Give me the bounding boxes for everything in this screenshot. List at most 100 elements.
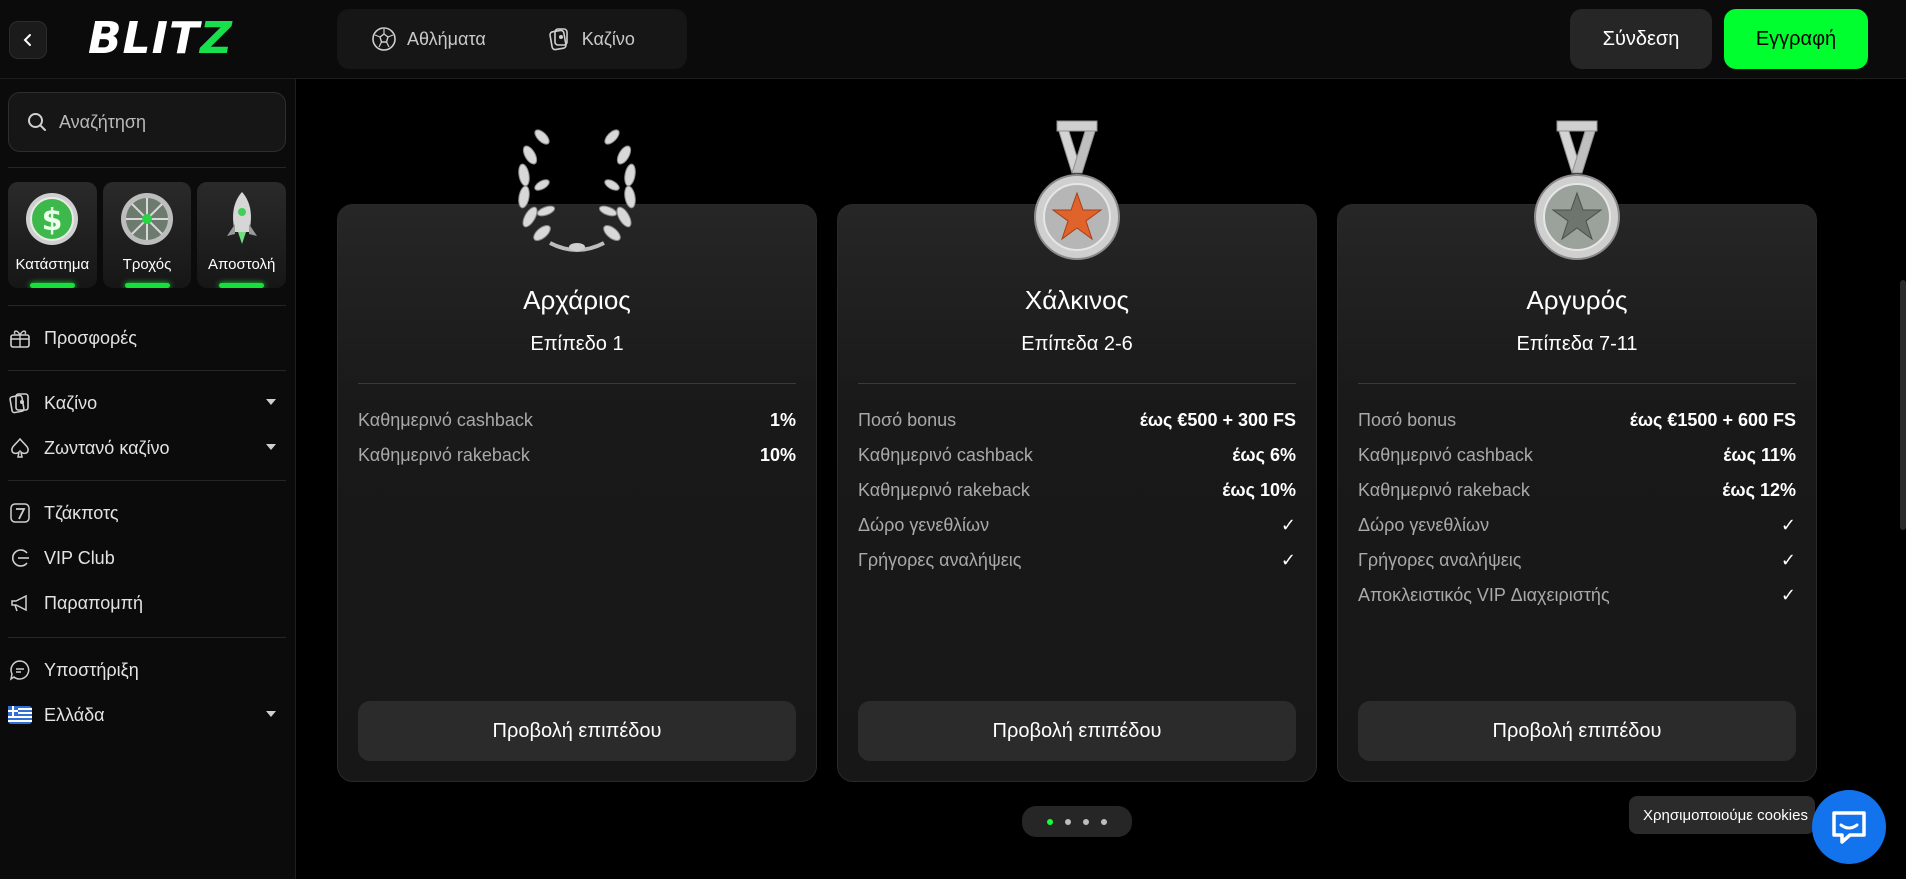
sidebar-item-label: Προσφορές <box>44 327 137 348</box>
chevron-down-icon <box>266 711 276 717</box>
benefit-label: Καθημερινό rakeback <box>858 480 1030 500</box>
benefit-list: Καθημερινό cashback 1% Καθημερινό rakebac… <box>358 403 796 473</box>
bronze-medal-icon <box>1034 120 1120 260</box>
tier-name: Αργυρός <box>1526 285 1628 315</box>
sidebar-item-casino[interactable]: Καζίνο <box>8 385 286 421</box>
search-icon <box>28 113 46 131</box>
benefit-label: Ποσό bonus <box>858 410 957 430</box>
login-button[interactable]: Σύνδεση <box>1570 9 1712 69</box>
sidebar-item-vip-club[interactable]: VIP Club <box>8 540 286 576</box>
nav-sports-label: Αθλήματα <box>407 28 486 49</box>
benefit-label: Αποκλειστικός VIP Διαχειριστής <box>1358 585 1610 605</box>
nav-casino[interactable]: Καζίνο <box>486 9 635 69</box>
svg-text:$: $ <box>42 203 63 238</box>
promo-indicator <box>219 283 265 288</box>
search-box[interactable] <box>8 92 286 152</box>
benefit-label: Δώρο γενεθλίων <box>1358 515 1490 535</box>
live-chat-button[interactable] <box>1812 790 1886 864</box>
view-level-button[interactable]: Προβολή επιπέδου <box>1358 701 1796 761</box>
tier-name: Αρχάριος <box>523 285 631 315</box>
benefit-row: Γρήγορες αναλήψεις ✓ <box>1358 543 1796 578</box>
search-input[interactable] <box>59 111 259 133</box>
sidebar-divider <box>8 480 286 481</box>
check-icon: ✓ <box>1280 550 1296 570</box>
tier-level: Επίπεδα 7-11 <box>1516 333 1638 355</box>
check-icon: ✓ <box>1780 550 1796 570</box>
blitz-logo[interactable]: BLITZ <box>88 14 233 64</box>
sidebar-item-promotions[interactable]: Προσφορές <box>8 320 286 356</box>
pager-dot[interactable] <box>1101 818 1107 825</box>
check-icon: ✓ <box>1280 515 1296 535</box>
benefit-label: Καθημερινό cashback <box>358 410 533 430</box>
soccer-ball-icon <box>372 27 396 51</box>
sidebar-item-language[interactable]: Ελλάδα <box>8 697 286 733</box>
chat-icon <box>1832 811 1866 844</box>
sidebar-item-label: Καζίνο <box>44 392 98 413</box>
sidebar-item-referral[interactable]: Παραπομπή <box>8 585 286 621</box>
benefit-value: έως 6% <box>1232 445 1296 465</box>
check-icon: ✓ <box>1780 515 1796 535</box>
sidebar-item-live-casino[interactable]: Ζωντανό καζίνο <box>8 430 286 466</box>
back-button[interactable] <box>9 21 47 59</box>
register-button[interactable]: Εγγραφή <box>1724 9 1868 69</box>
sidebar-divider <box>8 305 286 306</box>
promo-mission-label: Αποστολή <box>208 256 276 273</box>
benefit-row: Καθημερινό cashback έως 6% <box>858 438 1296 473</box>
promo-indicator <box>30 283 75 288</box>
benefit-value: έως 11% <box>1723 445 1796 465</box>
silver-medal-icon <box>1534 120 1620 260</box>
sidebar-item-label: VIP Club <box>44 547 115 568</box>
gift-icon <box>8 326 32 350</box>
benefit-row: Ποσό bonus έως €1500 + 600 FS <box>1358 403 1796 438</box>
casino-cards-icon <box>8 391 32 415</box>
pager-dot[interactable] <box>1083 818 1089 825</box>
chevron-down-icon <box>266 399 276 405</box>
view-level-button[interactable]: Προβολή επιπέδου <box>858 701 1296 761</box>
benefit-label: Γρήγορες αναλήψεις <box>1358 550 1522 570</box>
benefit-row: Καθημερινό rakeback 10% <box>358 438 796 473</box>
view-level-button[interactable]: Προβολή επιπέδου <box>358 701 796 761</box>
tier-level: Επίπεδα 2-6 <box>1021 333 1133 355</box>
sidebar-item-jackpots[interactable]: Τζάκποτς <box>8 495 286 531</box>
card-divider <box>358 383 796 384</box>
sidebar-item-label: Ελλάδα <box>44 704 105 725</box>
sidebar-item-support[interactable]: Υποστήριξη <box>8 652 286 688</box>
wheel-icon <box>121 193 173 245</box>
benefit-row: Ποσό bonus έως €500 + 300 FS <box>858 403 1296 438</box>
benefit-label: Καθημερινό rakeback <box>1358 480 1530 500</box>
chat-bubble-icon <box>8 658 32 682</box>
top-header: BLITZ Αθλήματα Καζίνο Σύνδεση Εγγραφή <box>0 0 1906 79</box>
carousel-pager <box>1022 806 1132 837</box>
benefit-value: 1% <box>769 410 796 430</box>
promo-tiles: $ Κατάστημα Τροχός Αποστολή <box>8 182 287 288</box>
seven-icon <box>8 501 32 525</box>
check-icon: ✓ <box>1780 585 1796 605</box>
sidebar-item-label: Υποστήριξη <box>44 659 139 680</box>
benefit-label: Ποσό bonus <box>1358 410 1457 430</box>
benefit-value: έως 12% <box>1722 480 1796 500</box>
cards-icon <box>548 28 568 51</box>
rocket-icon <box>226 192 257 244</box>
greece-flag-icon <box>8 703 32 727</box>
sidebar: $ Κατάστημα Τροχός Αποστολή Προσφορές Κα… <box>0 79 296 879</box>
sidebar-divider <box>8 637 286 638</box>
sidebar-item-label: Τζάκποτς <box>44 502 119 523</box>
promo-store-label: Κατάστημα <box>15 256 90 273</box>
promo-store[interactable]: $ Κατάστημα <box>8 182 97 288</box>
pager-dot[interactable] <box>1065 818 1071 825</box>
benefit-row: Δώρο γενεθλίων ✓ <box>858 508 1296 543</box>
pager-dot[interactable] <box>1047 818 1053 825</box>
benefit-label: Δώρο γενεθλίων <box>858 515 990 535</box>
benefit-row: Καθημερινό rakeback έως 10% <box>858 473 1296 508</box>
promo-mission[interactable]: Αποστολή <box>197 182 287 288</box>
sidebar-item-label: Παραπομπή <box>44 592 144 613</box>
cookie-notice[interactable]: Χρησιμοποιούμε cookies <box>1629 796 1815 834</box>
benefit-label: Καθημερινό cashback <box>858 445 1033 465</box>
sidebar-item-label: Ζωντανό καζίνο <box>44 437 170 458</box>
chevron-down-icon <box>266 444 276 450</box>
page-scrollbar[interactable] <box>1900 280 1906 530</box>
nav-sports[interactable]: Αθλήματα <box>337 9 486 69</box>
promo-wheel[interactable]: Τροχός <box>102 182 192 288</box>
benefit-row: Καθημερινό cashback 1% <box>358 403 796 438</box>
megaphone-icon <box>8 591 32 615</box>
